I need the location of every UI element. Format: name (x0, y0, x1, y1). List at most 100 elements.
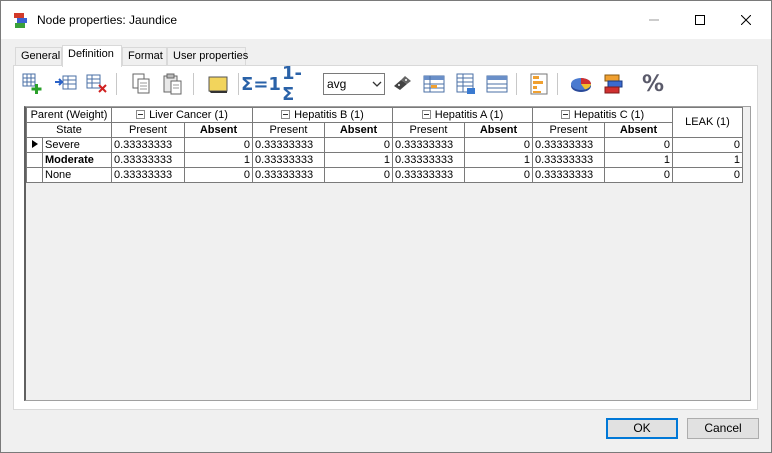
table-row[interactable]: Severe 0.33333333 0 0.33333333 0 0.33333… (26, 137, 743, 153)
pie-chart-button[interactable] (568, 70, 594, 98)
complement-button[interactable]: 1-Σ (282, 63, 312, 105)
close-button[interactable] (723, 1, 769, 39)
complement-icon: 1-Σ (282, 63, 302, 105)
probability-cell[interactable]: 0.33333333 (111, 167, 185, 183)
percent-button[interactable]: % (638, 70, 668, 98)
row-selector[interactable] (26, 167, 43, 183)
toolbar-separator (116, 73, 117, 95)
state-label[interactable]: None (42, 167, 112, 183)
probability-cell[interactable]: 0 (324, 137, 393, 153)
parent-header-hepatitis-b[interactable]: Hepatitis B (1) (252, 107, 393, 123)
delete-state-icon (86, 74, 107, 93)
copy-button[interactable] (128, 70, 154, 98)
probability-cell[interactable]: 0.33333333 (111, 137, 185, 153)
window-title: Node properties: Jaundice (37, 13, 178, 27)
note-icon (208, 76, 228, 93)
absent-header[interactable]: Absent (184, 122, 253, 138)
add-state-icon (22, 73, 42, 94)
leak-header[interactable]: LEAK (1) (672, 107, 743, 138)
table-row[interactable]: Moderate 0.33333333 1 0.33333333 1 0.333… (26, 152, 743, 168)
ok-button[interactable]: OK (606, 418, 678, 439)
table-row[interactable]: None 0.33333333 0 0.33333333 0 0.3333333… (26, 167, 743, 183)
probability-cell[interactable]: 1 (324, 152, 393, 168)
paste-button[interactable] (160, 70, 186, 98)
minimize-button[interactable] (631, 1, 677, 39)
noisy-adder-button[interactable] (453, 70, 479, 98)
state-label[interactable]: Moderate (42, 152, 112, 168)
parent-header-liver-cancer[interactable]: Liver Cancer (1) (111, 107, 253, 123)
row-selector-current[interactable] (26, 137, 43, 153)
combo-value: avg (327, 77, 347, 91)
probability-cell[interactable]: 0 (464, 137, 533, 153)
stacked-bar-icon (604, 74, 623, 94)
collapse-icon[interactable] (421, 109, 431, 119)
probability-cell[interactable]: 0.33333333 (392, 137, 465, 153)
pie-chart-icon (571, 78, 591, 92)
absent-header[interactable]: Absent (464, 122, 533, 138)
probability-cell[interactable]: 0 (604, 137, 673, 153)
normalize-button[interactable]: Σ=1 (241, 70, 281, 98)
header-row-states: State Present Absent Present Absent Pres… (26, 122, 743, 138)
probability-cell[interactable]: 0.33333333 (392, 167, 465, 183)
cancel-button[interactable]: Cancel (687, 418, 759, 439)
tab-general[interactable]: General (15, 47, 62, 66)
collapse-icon[interactable] (136, 109, 146, 119)
probability-cell[interactable]: 0.33333333 (532, 152, 605, 168)
randomize-button[interactable] (390, 70, 416, 98)
parent-header-hepatitis-c[interactable]: Hepatitis C (1) (532, 107, 673, 123)
tab-format[interactable]: Format (122, 47, 167, 66)
probability-cell[interactable]: 1 (184, 152, 253, 168)
absent-header[interactable]: Absent (604, 122, 673, 138)
columns-button[interactable] (484, 70, 510, 98)
probability-cell[interactable]: 0.33333333 (392, 152, 465, 168)
probability-cell[interactable]: 1 (464, 152, 533, 168)
note-button[interactable] (205, 70, 231, 98)
delete-state-button[interactable] (84, 70, 110, 98)
probability-cell[interactable]: 0.33333333 (532, 137, 605, 153)
collapse-icon[interactable] (560, 109, 570, 119)
state-header: State (26, 122, 112, 138)
leak-cell[interactable]: 1 (672, 152, 743, 168)
probability-cell[interactable]: 0 (184, 167, 253, 183)
tab-definition[interactable]: Definition (62, 45, 122, 67)
tab-user-properties[interactable]: User properties (167, 47, 248, 66)
row-pointer-icon (31, 139, 38, 148)
probability-cell[interactable]: 0 (324, 167, 393, 183)
stacked-bar-button[interactable] (601, 70, 627, 98)
toolbar-separator (193, 73, 194, 95)
probability-cell[interactable]: 0 (464, 167, 533, 183)
leak-cell[interactable]: 0 (672, 167, 743, 183)
insert-state-button[interactable] (53, 70, 79, 98)
columns-icon (486, 75, 508, 93)
insert-state-icon (55, 75, 77, 90)
probability-cell[interactable]: 0.33333333 (111, 152, 185, 168)
bar-chart-button[interactable] (526, 70, 552, 98)
present-header[interactable]: Present (532, 122, 605, 138)
percent-icon: % (641, 71, 665, 97)
probability-cell[interactable]: 0.33333333 (252, 137, 325, 153)
leak-cell[interactable]: 0 (672, 137, 743, 153)
present-header[interactable]: Present (111, 122, 185, 138)
row-selector[interactable] (26, 152, 43, 168)
probability-cell[interactable]: 1 (604, 152, 673, 168)
combine-mode-select[interactable]: avg (323, 73, 385, 95)
state-label[interactable]: Severe (42, 137, 112, 153)
maximize-button[interactable] (677, 1, 723, 39)
definition-panel: Σ=1 1-Σ avg % Parent (Weight) Liver Canc… (13, 63, 758, 410)
present-header[interactable]: Present (392, 122, 465, 138)
probability-cell[interactable]: 0 (184, 137, 253, 153)
probability-cell[interactable]: 0.33333333 (532, 167, 605, 183)
absent-header[interactable]: Absent (324, 122, 393, 138)
toolbar-separator (238, 73, 239, 95)
probability-cell[interactable]: 0.33333333 (252, 152, 325, 168)
maximize-icon (695, 15, 705, 25)
add-state-button[interactable] (20, 70, 46, 98)
parent-header-hepatitis-a[interactable]: Hepatitis A (1) (392, 107, 533, 123)
title-bar: Node properties: Jaundice (1, 1, 771, 39)
bar-chart-icon (530, 73, 548, 95)
probability-cell[interactable]: 0.33333333 (252, 167, 325, 183)
present-header[interactable]: Present (252, 122, 325, 138)
table-button[interactable] (421, 70, 447, 98)
collapse-icon[interactable] (281, 109, 291, 119)
probability-cell[interactable]: 0 (604, 167, 673, 183)
